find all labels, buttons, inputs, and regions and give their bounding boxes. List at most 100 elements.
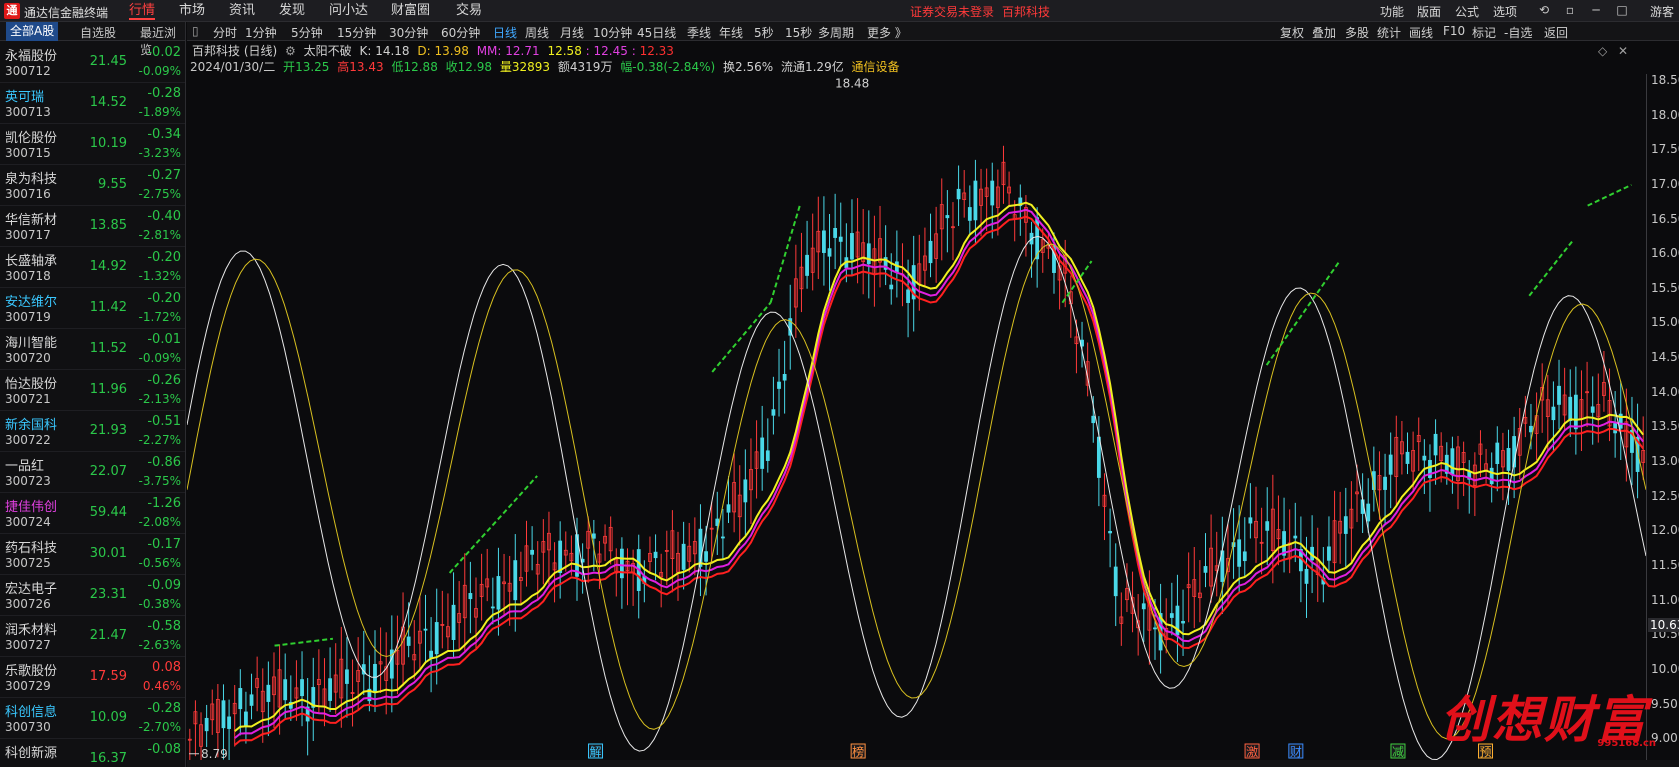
stock-row[interactable]: 永福股份 300712 21.45 -0.02 -0.09% [0, 42, 185, 83]
chart-tool-0[interactable]: 复权 [1280, 24, 1304, 41]
period-2[interactable]: 5分钟 [291, 24, 323, 41]
stock-row[interactable]: 科创新源 16.37 -0.08 [0, 739, 185, 767]
value-2: 12.58 [547, 44, 582, 58]
close-icon[interactable]: ✕ [1618, 44, 1628, 58]
period-8[interactable]: 月线 [560, 24, 584, 41]
period-4[interactable]: 30分钟 [389, 24, 428, 41]
diamond-icon[interactable]: ◇ [1598, 44, 1607, 58]
mm-value: 12.71 [505, 44, 540, 58]
period-10[interactable]: 45日线 [637, 24, 676, 41]
chart-tool-5[interactable]: F10 [1443, 24, 1465, 38]
trade-login-warning[interactable]: 证券交易未登录 百邦科技 [910, 3, 1050, 20]
menu-discover[interactable]: 发现 [279, 2, 305, 20]
menu-ask-xiaoda[interactable]: 问小达 [329, 2, 368, 20]
stock-row[interactable]: 润禾材料 300727 21.47 -0.58 -2.63% [0, 616, 185, 657]
period-0[interactable]: 分时 [213, 24, 237, 41]
stock-name: 英可瑞 [5, 90, 45, 105]
stock-row[interactable]: 一品红 300723 22.07 -0.86 -3.75% [0, 452, 185, 493]
period-7[interactable]: 周线 [525, 24, 549, 41]
stock-price: 59.44 [89, 505, 127, 520]
tab-watchlist[interactable]: 自选股 [80, 24, 116, 41]
tool-formula[interactable]: 公式 [1455, 3, 1479, 20]
stock-change-pct: -2.27% [138, 433, 181, 447]
float-value: 1.29亿 [804, 60, 844, 74]
menu-wealth-circle[interactable]: 财富圈 [391, 2, 430, 20]
stock-row[interactable]: 科创信息 300730 10.09 -0.28 -2.70% [0, 698, 185, 739]
period-13[interactable]: 5秒 [754, 24, 774, 41]
layout-toggle-icon[interactable]: ▯ [192, 24, 199, 38]
stock-row[interactable]: 捷佳伟创 300724 59.44 -1.26 -2.08% [0, 493, 185, 534]
menu-news[interactable]: 资讯 [229, 2, 255, 20]
stock-change-pct: -2.81% [138, 228, 181, 242]
chart-tool-7[interactable]: -自选 [1504, 24, 1532, 41]
stock-row[interactable]: 华信新材 300717 13.85 -0.40 -2.81% [0, 206, 185, 247]
chart-tool-3[interactable]: 统计 [1377, 24, 1401, 41]
window-icon[interactable]: ▫ [1561, 2, 1579, 19]
chart-tool-2[interactable]: 多股 [1345, 24, 1369, 41]
stock-price: 11.52 [89, 341, 127, 356]
menu-market[interactable]: 市场 [179, 2, 205, 20]
stock-row[interactable]: 怡达股份 300721 11.96 -0.26 -2.13% [0, 370, 185, 411]
chart-tool-6[interactable]: 标记 [1472, 24, 1496, 41]
chart-tool-8[interactable]: 返回 [1544, 24, 1568, 41]
price-tick: 13.00 [1651, 454, 1679, 469]
stock-change: -0.58 [147, 619, 181, 634]
stock-price: 11.96 [89, 382, 127, 397]
period-11[interactable]: 季线 [687, 24, 711, 41]
stock-price: 17.59 [89, 669, 127, 684]
period-15[interactable]: 多周期 [818, 24, 854, 41]
minimize-icon[interactable]: ─ [1587, 2, 1605, 19]
candle-body [1557, 385, 1561, 405]
value-4: 12.33 [639, 44, 674, 58]
price-tick: 12.00 [1651, 523, 1679, 538]
stock-row[interactable]: 泉为科技 300716 9.55 -0.27 -2.75% [0, 165, 185, 206]
stock-row[interactable]: 长盛轴承 300718 14.92 -0.20 -1.32% [0, 247, 185, 288]
stock-change: 0.08 [152, 660, 181, 675]
period-3[interactable]: 15分钟 [337, 24, 376, 41]
tool-functions[interactable]: 功能 [1380, 3, 1404, 20]
signal-segment [1528, 239, 1574, 297]
menu-market-quotes[interactable]: 行情 [129, 2, 156, 20]
period-14[interactable]: 15秒 [785, 24, 812, 41]
stock-row[interactable]: 凯伦股份 300715 10.19 -0.34 -3.23% [0, 124, 185, 165]
chart-tool-1[interactable]: 叠加 [1312, 24, 1336, 41]
chart-tool-4[interactable]: 画线 [1409, 24, 1433, 41]
stock-row[interactable]: 英可瑞 300713 14.52 -0.28 -1.89% [0, 83, 185, 124]
stock-row[interactable]: 乐歌股份 300729 17.59 0.08 0.46% [0, 657, 185, 698]
stock-row[interactable]: 药石科技 300725 30.01 -0.17 -0.56% [0, 534, 185, 575]
price-tick: 13.50 [1651, 419, 1679, 434]
period-1[interactable]: 1分钟 [245, 24, 277, 41]
stock-price: 14.92 [89, 259, 127, 274]
menu-trade[interactable]: 交易 [456, 2, 482, 20]
maximize-icon[interactable]: □ [1613, 2, 1631, 19]
tool-layout[interactable]: 版面 [1417, 3, 1441, 20]
stock-row[interactable]: 新余国科 300722 21.93 -0.51 -2.27% [0, 411, 185, 452]
stock-row[interactable]: 安达维尔 300719 11.42 -0.20 -1.72% [0, 288, 185, 329]
period-12[interactable]: 年线 [719, 24, 743, 41]
period-16[interactable]: 更多 》 [867, 24, 907, 41]
tab-all-a-shares[interactable]: 全部A股 [6, 22, 59, 41]
refresh-icon[interactable]: ⟲ [1535, 2, 1553, 19]
stock-row[interactable]: 海川智能 300720 11.52 -0.01 -0.09% [0, 329, 185, 370]
candle-body [283, 679, 288, 701]
event-marker: 减 [1392, 745, 1404, 759]
candle-body [1327, 546, 1331, 561]
guest-label[interactable]: 游客 [1650, 3, 1674, 20]
industry-label[interactable]: 通信设备 [852, 60, 900, 74]
stock-price: 13.85 [89, 218, 127, 233]
kline-chart[interactable]: 18.488.79 解榜激财减预 [187, 74, 1646, 760]
tool-options[interactable]: 选项 [1493, 3, 1517, 20]
period-9[interactable]: 10分钟 [593, 24, 632, 41]
stock-name: 长盛轴承 [5, 254, 58, 269]
stock-row[interactable]: 宏达电子 300726 23.31 -0.09 -0.38% [0, 575, 185, 616]
period-5[interactable]: 60分钟 [441, 24, 480, 41]
stock-change: -0.51 [147, 414, 181, 429]
candle-body [743, 479, 748, 503]
period-6[interactable]: 日线 [493, 24, 517, 41]
settings-gear-icon[interactable]: ⚙ [285, 44, 296, 58]
stock-price: 10.09 [89, 710, 127, 725]
quote-line: 2024/01/30/二 开13.25 高13.43 低12.88 收12.98… [190, 58, 900, 74]
candle-body [777, 381, 781, 389]
candle-body [1590, 406, 1595, 413]
formula-name[interactable]: 太阳不破 [304, 44, 352, 58]
